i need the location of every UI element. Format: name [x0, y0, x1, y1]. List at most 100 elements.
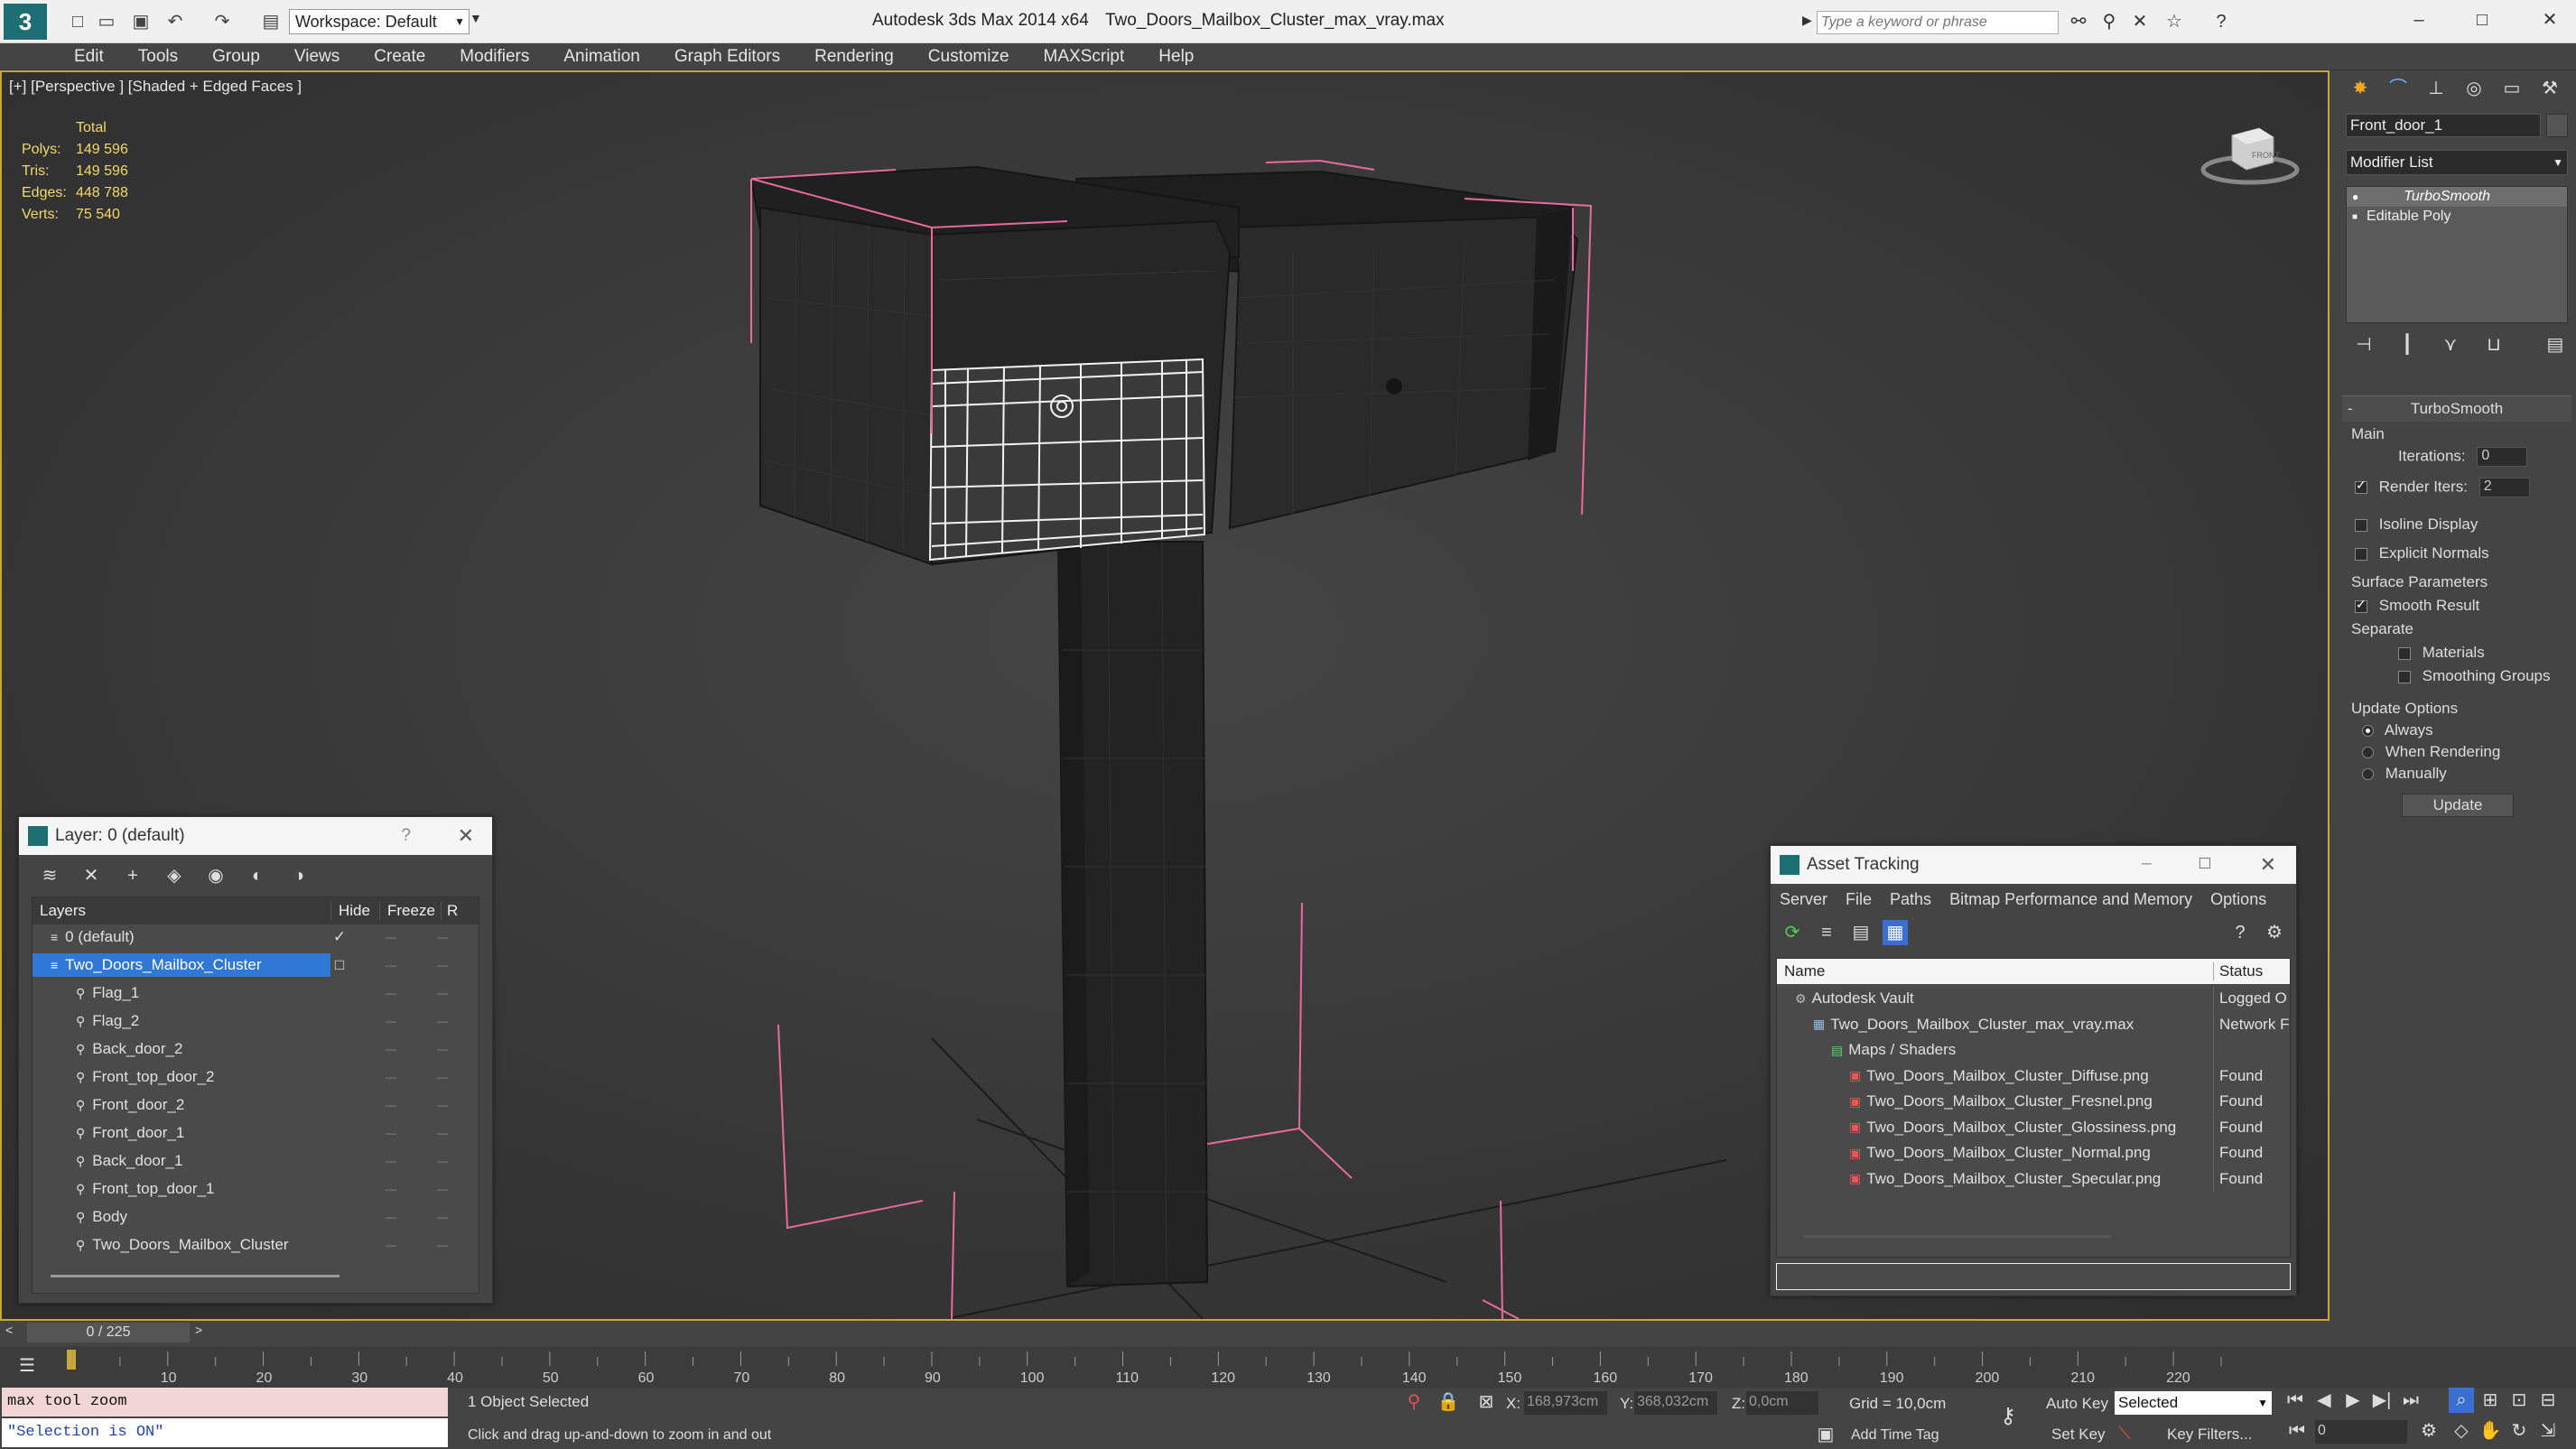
hide-toggle[interactable]: —: [367, 1015, 415, 1027]
make-unique-icon[interactable]: ⋎: [2438, 332, 2463, 358]
new-file-icon[interactable]: □: [65, 9, 90, 34]
select-in-layer-icon[interactable]: ◈: [162, 863, 187, 888]
add-time-tag-icon[interactable]: ▣: [1813, 1422, 1838, 1447]
delete-layer-icon[interactable]: ✕: [79, 863, 104, 888]
layer-row[interactable]: ⚲ Front_door_2 — —: [33, 1092, 475, 1118]
menu-views[interactable]: Views: [294, 47, 339, 67]
hierarchy-tab-icon[interactable]: ⊥: [2423, 76, 2449, 101]
show-end-result-icon[interactable]: ┃: [2395, 332, 2420, 358]
asset-row[interactable]: ⚙ Autodesk Vault Logged O: [1777, 986, 2292, 1011]
menu-maxscript[interactable]: MAXScript: [1044, 47, 1125, 67]
asset-row[interactable]: ▣ Two_Doors_Mailbox_Cluster_Normal.png Fou…: [1777, 1140, 2292, 1166]
table-view-icon[interactable]: ▤: [1848, 920, 1874, 945]
layer-row[interactable]: ⚲ Front_top_door_1 — —: [33, 1176, 475, 1202]
play-icon[interactable]: ▶: [2340, 1388, 2366, 1413]
hide-toggle[interactable]: —: [367, 1127, 415, 1139]
col-hide[interactable]: Hide: [330, 902, 379, 920]
asset-menu-server[interactable]: Server: [1780, 890, 1827, 909]
minimize-icon[interactable]: –: [2142, 853, 2152, 874]
maximize-viewport-icon[interactable]: ⇲: [2535, 1418, 2561, 1444]
workspace-dropdown[interactable]: Workspace: Default ▼: [289, 9, 470, 34]
track-bar[interactable]: ☰ 10 20 30 40 50 60 70 80 90 100 110 120 130 140 150 16…: [0, 1346, 2576, 1388]
highlight-layer-icon[interactable]: ◉: [203, 863, 228, 888]
create-tab-icon[interactable]: ✸: [2348, 76, 2373, 101]
asset-row[interactable]: ▣ Two_Doors_Mailbox_Cluster_Glossiness.pn…: [1777, 1114, 2292, 1140]
redo-icon[interactable]: ↷: [209, 9, 235, 34]
freeze-toggle[interactable]: —: [415, 1239, 470, 1251]
menu-edit[interactable]: Edit: [74, 47, 104, 67]
freeze-toggle[interactable]: —: [415, 1071, 470, 1083]
object-name-field[interactable]: Front_door_1: [2346, 114, 2541, 137]
asset-path-field[interactable]: [1776, 1263, 2291, 1290]
hide-toggle[interactable]: —: [367, 959, 415, 971]
when-rendering-radio[interactable]: [2362, 747, 2374, 759]
add-to-layer-icon[interactable]: +: [120, 863, 145, 888]
hide-all-layers-icon[interactable]: ◐: [245, 863, 270, 888]
menu-help[interactable]: Help: [1158, 47, 1194, 67]
utilities-tab-icon[interactable]: ⚒: [2537, 76, 2562, 101]
col-render[interactable]: R: [441, 902, 458, 920]
pan-icon[interactable]: ✋: [2478, 1418, 2503, 1444]
help-icon[interactable]: ?: [401, 826, 411, 846]
asset-row[interactable]: ▣ Two_Doors_Mailbox_Cluster_Fresnel.png Fo…: [1777, 1089, 2292, 1114]
remove-modifier-icon[interactable]: ⊔: [2481, 332, 2506, 358]
layer-row[interactable]: ⚲ Front_top_door_2 — —: [33, 1064, 475, 1090]
layer-row[interactable]: ⚲ Flag_1 — —: [33, 980, 475, 1006]
layer-row[interactable]: ⚲ Front_door_1 — —: [33, 1120, 475, 1146]
set-current-layer-icon[interactable]: □: [330, 956, 349, 974]
maximize-icon[interactable]: □: [2469, 7, 2495, 33]
zoom-extents-icon[interactable]: ⊡: [2506, 1388, 2532, 1413]
script-line-2[interactable]: "Selection is ON": [2, 1418, 448, 1447]
modifier-list-dropdown[interactable]: Modifier List ▼: [2346, 150, 2568, 175]
layer-title-bar[interactable]: Layer: 0 (default) ? ✕: [19, 817, 492, 855]
next-frame-icon[interactable]: >: [195, 1323, 202, 1337]
menu-create[interactable]: Create: [374, 47, 425, 67]
smooth-result-checkbox[interactable]: [2355, 597, 2367, 613]
hide-toggle[interactable]: —: [367, 1183, 415, 1195]
asset-row[interactable]: ▣ Two_Doors_Mailbox_Cluster_Specular.png F…: [1777, 1166, 2292, 1192]
selected-dropdown[interactable]: Selected ▼: [2115, 1391, 2272, 1415]
freeze-toggle[interactable]: —: [415, 931, 470, 943]
zoom-all-icon[interactable]: ⊞: [2478, 1388, 2503, 1413]
expand-icon[interactable]: ■: [2352, 212, 2357, 222]
freeze-toggle[interactable]: —: [415, 1015, 470, 1027]
binoculars-icon[interactable]: ⚯: [2066, 9, 2091, 34]
viewport-label[interactable]: [+] [Perspective ] [Shaded + Edged Faces…: [9, 78, 302, 96]
asset-menu-options[interactable]: Options: [2210, 890, 2266, 909]
asset-menu-bitmap[interactable]: Bitmap Performance and Memory: [1949, 890, 2192, 909]
workspace-menu-icon[interactable]: ▼: [470, 11, 482, 25]
hide-toggle[interactable]: —: [367, 1071, 415, 1083]
asset-title-bar[interactable]: Asset Tracking – □ ✕: [1771, 846, 2296, 884]
close-icon[interactable]: ✕: [2260, 853, 2276, 877]
undo-icon[interactable]: ↶: [163, 9, 188, 34]
asset-menu-file[interactable]: File: [1846, 890, 1872, 909]
settings-icon[interactable]: ⚙: [2262, 920, 2287, 945]
configure-sets-icon[interactable]: ▤: [2543, 332, 2568, 358]
stack-item-turbosmooth[interactable]: ● TurboSmooth: [2347, 187, 2567, 207]
col-layers[interactable]: Layers: [33, 902, 330, 920]
hide-toggle[interactable]: —: [367, 1099, 415, 1111]
layer-row[interactable]: ≡ Two_Doors_Mailbox_Cluster □ — —: [33, 952, 475, 978]
time-slider[interactable]: < 0 / 225 >: [0, 1321, 2576, 1346]
update-button[interactable]: Update: [2402, 794, 2514, 817]
asset-row[interactable]: ▣ Two_Doors_Mailbox_Cluster_Diffuse.png Fo…: [1777, 1063, 2292, 1089]
grid-view-icon[interactable]: ▦: [1883, 920, 1908, 945]
key-filters-button[interactable]: Key Filters...: [2167, 1426, 2252, 1444]
freeze-toggle[interactable]: —: [415, 1099, 470, 1111]
open-file-icon[interactable]: ▭: [94, 9, 119, 34]
render-iters-checkbox[interactable]: [2355, 478, 2367, 494]
subscription-icon[interactable]: ⚲: [2097, 9, 2122, 34]
layer-row[interactable]: ⚲ Body — —: [33, 1204, 475, 1230]
zoom-extents-all-icon[interactable]: ⊟: [2535, 1388, 2561, 1413]
menu-tools[interactable]: Tools: [138, 47, 178, 67]
smoothing-groups-checkbox[interactable]: [2398, 670, 2411, 683]
save-icon[interactable]: ▣: [128, 9, 153, 34]
current-layer-check-icon[interactable]: ✓: [330, 928, 349, 946]
modify-tab-icon[interactable]: ⌒: [2385, 76, 2411, 101]
materials-checkbox[interactable]: [2398, 646, 2411, 660]
new-layer-icon[interactable]: ≋: [37, 863, 62, 888]
iterations-spinner[interactable]: 0: [2477, 447, 2528, 467]
freeze-toggle[interactable]: —: [415, 1211, 470, 1223]
layer-row[interactable]: ⚲ Back_door_2 — —: [33, 1036, 475, 1062]
next-key-icon[interactable]: ▶|: [2369, 1388, 2395, 1413]
